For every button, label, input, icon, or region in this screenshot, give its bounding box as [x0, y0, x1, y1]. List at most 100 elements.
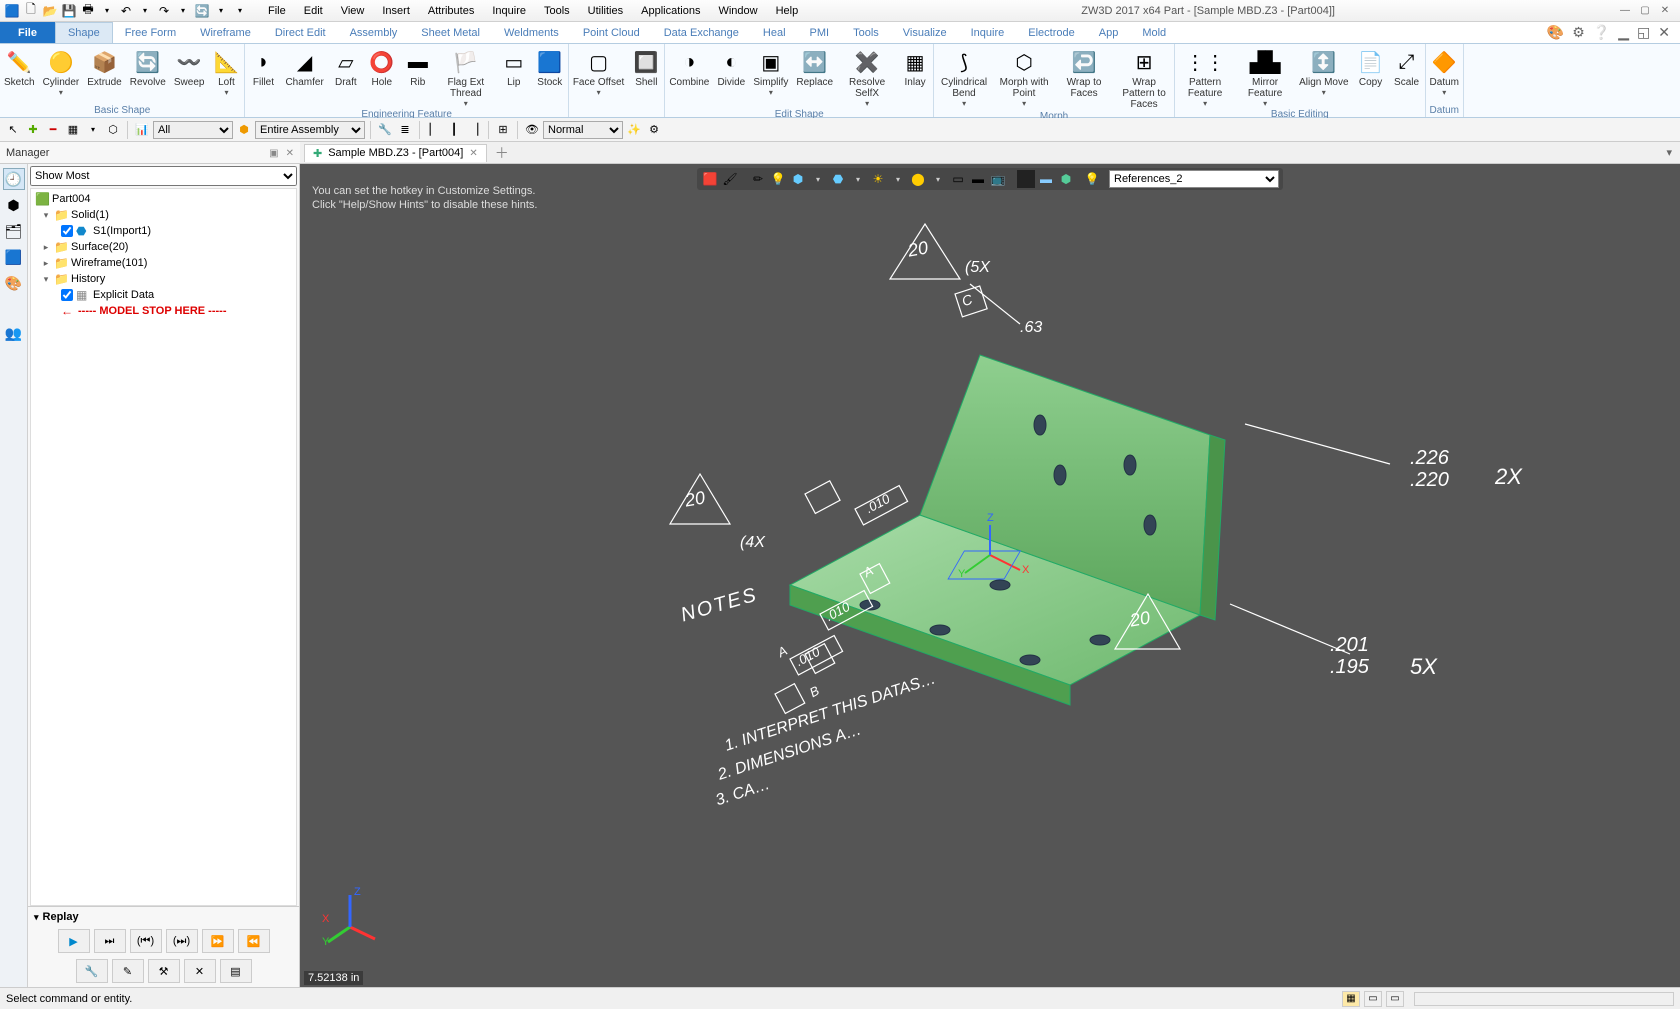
tree-root[interactable]: 🟩 Part004 — [31, 191, 296, 207]
align-left-icon[interactable]: ▏ — [425, 121, 443, 139]
ribbon-sweep-button[interactable]: 〰️Sweep — [170, 46, 209, 104]
ribbon-wrap-pattern-to-faces-button[interactable]: ⊞Wrap Pattern to Faces — [1114, 46, 1174, 110]
tool3-button[interactable]: ⚒ — [148, 959, 180, 983]
tab-weldments[interactable]: Weldments — [492, 22, 571, 43]
align-right-icon[interactable]: ▕ — [465, 121, 483, 139]
menu-utilities[interactable]: Utilities — [580, 2, 631, 20]
tree-history[interactable]: ▾ 📁 History — [31, 271, 296, 287]
menu-insert[interactable]: Insert — [374, 2, 418, 20]
ribbon-datum-button[interactable]: 🔶Datum▾ — [1426, 46, 1463, 104]
settings-icon[interactable]: ⚙ — [1572, 24, 1585, 41]
cursor-icon[interactable]: ↖ — [4, 121, 22, 139]
tab-file[interactable]: File — [0, 22, 55, 43]
rewind-button[interactable]: ⏪ — [238, 929, 270, 953]
document-tab[interactable]: ✚ Sample MBD.Z3 - [Part004] ✕ — [304, 144, 487, 162]
ribbon-combine-button[interactable]: ◑Combine — [665, 46, 713, 108]
ribbon-copy-button[interactable]: 📄Copy — [1353, 46, 1389, 108]
tree-solid[interactable]: ▾ 📁 Solid(1) — [31, 207, 296, 223]
tab-pmi[interactable]: PMI — [798, 22, 842, 43]
tree-surface[interactable]: ▸ 📁 Surface(20) — [31, 239, 296, 255]
view-tab-icon[interactable]: 🟦 — [3, 246, 25, 268]
tab-sheetmetal[interactable]: Sheet Metal — [409, 22, 492, 43]
expand-icon[interactable]: ▾ — [34, 912, 39, 923]
tab-directedit[interactable]: Direct Edit — [263, 22, 338, 43]
chevron-down-icon[interactable]: ▾ — [464, 99, 468, 108]
skip-fwd-button[interactable]: (⏭) — [166, 929, 198, 953]
restore-panel-icon[interactable]: ◱ — [1637, 24, 1650, 41]
list-button[interactable]: ▤ — [220, 959, 252, 983]
feature-tree[interactable]: 🟩 Part004 ▾ 📁 Solid(1) ⬣ S1(Import1) — [30, 188, 297, 906]
tab-electrode[interactable]: Electrode — [1016, 22, 1086, 43]
chevron-down-icon[interactable]: ▾ — [1263, 99, 1267, 108]
ribbon-extrude-button[interactable]: 📦Extrude — [83, 46, 125, 104]
select-all-icon[interactable]: ▦ — [64, 121, 82, 139]
menu-help[interactable]: Help — [768, 2, 807, 20]
tool1-button[interactable]: 🔧 — [76, 959, 108, 983]
tree-wireframe[interactable]: ▸ 📁 Wireframe(101) — [31, 255, 296, 271]
style-icon[interactable]: 🎨 — [1547, 24, 1564, 41]
tabs-menu-icon[interactable]: ▾ — [1658, 146, 1680, 159]
tree-solid-child[interactable]: ⬣ S1(Import1) — [31, 223, 296, 239]
assembly-icon[interactable]: ⬢ — [235, 121, 253, 139]
chart-icon[interactable]: 📊 — [133, 121, 151, 139]
ribbon-divide-button[interactable]: ◐Divide — [713, 46, 749, 108]
ribbon-lip-button[interactable]: ▭Lip — [496, 46, 532, 108]
repeat-icon[interactable]: 🔄 — [194, 3, 210, 19]
tab-freeform[interactable]: Free Form — [113, 22, 188, 43]
chevron-down-icon[interactable]: ▾ — [1322, 88, 1326, 97]
chevron-down-icon[interactable]: ▾ — [232, 3, 248, 19]
undo-icon[interactable]: ↶ — [118, 3, 134, 19]
open-icon[interactable]: 📂 — [42, 3, 58, 19]
chevron-down-icon[interactable]: ▾ — [84, 121, 102, 139]
tab-mold[interactable]: Mold — [1130, 22, 1178, 43]
fast-fwd-button[interactable]: ⏩ — [202, 929, 234, 953]
close-panel-icon[interactable]: ✕ — [286, 148, 294, 159]
wand-icon[interactable]: ✨ — [625, 121, 643, 139]
min-panel-icon[interactable]: ▁ — [1618, 24, 1629, 41]
visibility-checkbox[interactable] — [61, 225, 73, 237]
tab-heal[interactable]: Heal — [751, 22, 798, 43]
menu-edit[interactable]: Edit — [296, 2, 331, 20]
step-button[interactable]: ⏭ — [94, 929, 126, 953]
skip-back-button[interactable]: (⏮) — [130, 929, 162, 953]
show-mode-dropdown[interactable]: Show Most — [30, 166, 297, 186]
help-icon[interactable]: ❔ — [1593, 24, 1610, 41]
tree-model-stop[interactable]: ← ----- MODEL STOP HERE ----- — [31, 303, 296, 319]
filter-dropdown-2[interactable]: Entire Assembly — [255, 121, 365, 139]
add-icon[interactable]: ✚ — [24, 121, 42, 139]
minimize-icon[interactable]: — — [1616, 4, 1634, 18]
chevron-down-icon[interactable]: ▾ — [769, 88, 773, 97]
ribbon-shell-button[interactable]: 🔲Shell — [628, 46, 664, 115]
chevron-down-icon[interactable]: ▾ — [1022, 99, 1026, 108]
viewport[interactable]: 🟥 🖌 ✏ 💡 ⬢ ▾ ⬣ ▾ ☀ ▾ ⬤ ▾ ▭ ▬ 📺 ■ ▬ ⬢ 💡 Re… — [300, 164, 1680, 987]
print-icon[interactable]: 🖶 — [80, 3, 96, 19]
role-tab-icon[interactable]: 👥 — [3, 322, 25, 344]
ribbon-sketch-button[interactable]: ✏️Sketch — [0, 46, 39, 104]
assembly-tab-icon[interactable]: ⬢ — [3, 194, 25, 216]
settings-small-icon[interactable]: ⚙ — [645, 121, 663, 139]
chevron-down-icon[interactable]: ▾ — [224, 88, 228, 97]
ribbon-wrap-to-faces-button[interactable]: ↩️Wrap to Faces — [1054, 46, 1114, 110]
menu-attributes[interactable]: Attributes — [420, 2, 482, 20]
ribbon-loft-button[interactable]: 📐Loft▾ — [208, 46, 244, 104]
tab-assembly[interactable]: Assembly — [338, 22, 410, 43]
history-tab-icon[interactable]: 🕘 — [3, 168, 25, 190]
ribbon-morph-with-point-button[interactable]: ⬡Morph with Point▾ — [994, 46, 1054, 110]
chevron-down-icon[interactable]: ▾ — [597, 88, 601, 97]
chevron-down-icon[interactable]: ▾ — [137, 3, 153, 19]
collapse-icon[interactable]: ▾ — [41, 274, 51, 285]
tab-inquire[interactable]: Inquire — [959, 22, 1017, 43]
ribbon-inlay-button[interactable]: ▦Inlay — [897, 46, 933, 108]
chevron-down-icon[interactable]: ▾ — [59, 88, 63, 97]
view-triad[interactable]: X Z Y — [320, 887, 380, 947]
ribbon-hole-button[interactable]: ⭕Hole — [364, 46, 400, 108]
ribbon-fillet-button[interactable]: ◗Fillet — [245, 46, 281, 108]
close-tab-icon[interactable]: ✕ — [469, 148, 477, 159]
menu-window[interactable]: Window — [710, 2, 765, 20]
align-center-icon[interactable]: ┃ — [445, 121, 463, 139]
ribbon-revolve-button[interactable]: 🔄Revolve — [126, 46, 170, 104]
visual-tab-icon[interactable]: 🎨 — [3, 272, 25, 294]
list-icon[interactable]: ≣ — [396, 121, 414, 139]
play-button[interactable]: ▶ — [58, 929, 90, 953]
new-tab-button[interactable]: ＋ — [487, 143, 517, 163]
